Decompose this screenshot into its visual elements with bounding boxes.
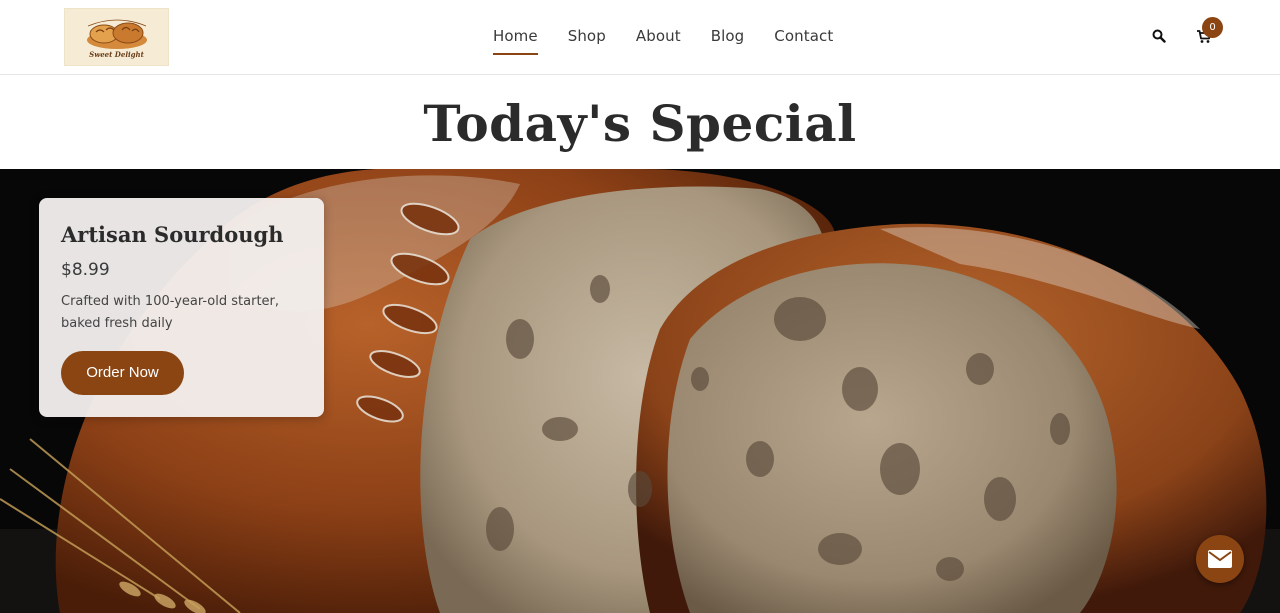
logo[interactable]: Sweet Delight [64,8,169,66]
nav-item-blog[interactable]: Blog [696,27,760,45]
product-description: Crafted with 100-year-old starter, baked… [61,294,280,331]
special-product-card: Artisan Sourdough $8.99 Crafted with 100… [39,198,324,417]
product-name: Artisan Sourdough [61,222,284,247]
nav-item-about[interactable]: About [621,27,696,45]
contact-mail-button[interactable] [1196,535,1244,583]
nav-item-home[interactable]: Home [478,27,553,55]
product-price: $8.99 [61,260,110,280]
bread-logo-icon [86,19,147,49]
page-title: Today's Special [423,94,857,153]
main-nav: Home Shop About Blog Contact [478,0,848,75]
nav-item-shop[interactable]: Shop [553,27,621,45]
site-header: Sweet Delight Home Shop About Blog Conta… [0,0,1280,75]
logo-text: Sweet Delight [89,49,144,59]
envelope-icon [1208,550,1232,568]
cart-count-badge: 0 [1202,17,1223,38]
search-icon[interactable] [1152,29,1166,43]
order-now-button[interactable]: Order Now [61,351,184,395]
nav-item-contact[interactable]: Contact [759,27,848,45]
